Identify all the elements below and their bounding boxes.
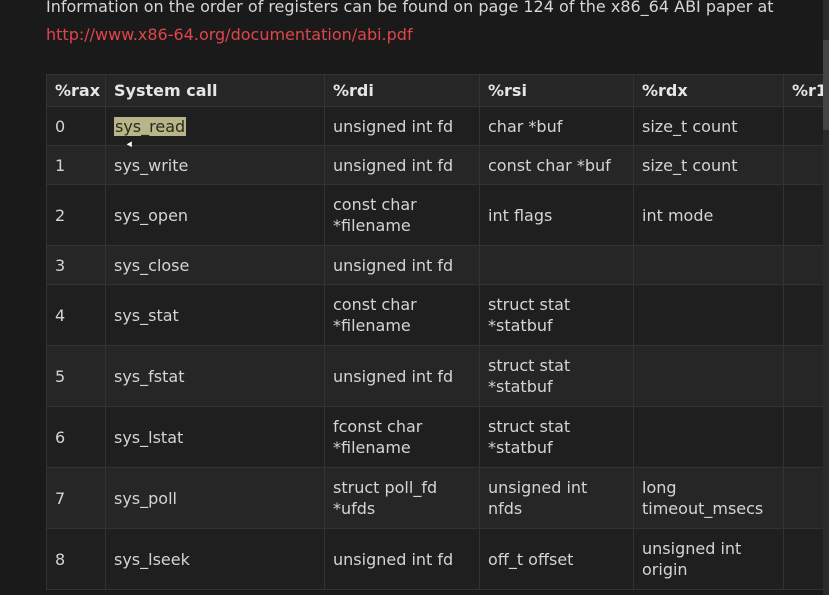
cell-rdi: unsigned int fd <box>324 245 480 285</box>
cell-rsi: off_t offset <box>479 528 634 590</box>
scrollbar-thumb[interactable] <box>823 40 829 130</box>
table-row: 7 sys_poll struct poll_fd *ufds unsigned… <box>46 467 829 529</box>
cell-rdi: unsigned int fd <box>324 145 480 185</box>
cell-rdi: const char *filename <box>324 284 480 346</box>
cell-rdx: size_t count <box>633 106 784 146</box>
cell-rsi: struct stat *statbuf <box>479 284 634 346</box>
cell-rsi: struct stat *statbuf <box>479 345 634 407</box>
cell-rax: 3 <box>46 245 106 285</box>
table-row: 5 sys_fstat unsigned int fd struct stat … <box>46 345 829 407</box>
cell-rax: 5 <box>46 345 106 407</box>
cell-rsi: int flags <box>479 184 634 246</box>
syscall-table: %rax System call %rdi %rsi %rdx %r1( 0 s… <box>46 74 829 590</box>
table-row: 0 sys_read unsigned int fd char *buf siz… <box>46 106 829 146</box>
column-header-system-call: System call <box>105 74 325 107</box>
cell-name: sys_read <box>105 106 325 146</box>
cell-rdi: struct poll_fd *ufds <box>324 467 480 529</box>
cell-rsi: char *buf <box>479 106 634 146</box>
cell-rdi: unsigned int fd <box>324 345 480 407</box>
cell-rdx <box>633 406 784 468</box>
table-row: 8 sys_lseek unsigned int fd off_t offset… <box>46 528 829 590</box>
cell-rdx <box>633 284 784 346</box>
intro-text: Information on the order of registers ca… <box>46 0 774 16</box>
cell-rdi: unsigned int fd <box>324 106 480 146</box>
cell-rax: 7 <box>46 467 106 529</box>
table-row: 6 sys_lstat fconst char *filename struct… <box>46 406 829 468</box>
cell-rax: 4 <box>46 284 106 346</box>
cell-rax: 1 <box>46 145 106 185</box>
table-row: 2 sys_open const char *filename int flag… <box>46 184 829 246</box>
cell-rdx: size_t count <box>633 145 784 185</box>
cell-rsi: unsigned int nfds <box>479 467 634 529</box>
cell-rdi: unsigned int fd <box>324 528 480 590</box>
cell-rdx: long timeout_msecs <box>633 467 784 529</box>
cell-rsi: struct stat *statbuf <box>479 406 634 468</box>
table-row: 3 sys_close unsigned int fd <box>46 245 829 285</box>
vertical-scrollbar[interactable] <box>823 0 829 595</box>
column-header-rsi: %rsi <box>479 74 634 107</box>
cell-rsi: const char *buf <box>479 145 634 185</box>
table-row: 1 sys_write unsigned int fd const char *… <box>46 145 829 185</box>
cell-rdx <box>633 245 784 285</box>
table-header-row: %rax System call %rdi %rsi %rdx %r1( <box>46 74 829 107</box>
column-header-rdi: %rdi <box>324 74 480 107</box>
cell-name: sys_write <box>105 145 325 185</box>
abi-pdf-link[interactable]: http://www.x86-64.org/documentation/abi.… <box>46 22 413 48</box>
cell-rdx: unsigned int origin <box>633 528 784 590</box>
cell-name: sys_poll <box>105 467 325 529</box>
column-header-rax: %rax <box>46 74 106 107</box>
cell-name: sys_fstat <box>105 345 325 407</box>
column-header-rdx: %rdx <box>633 74 784 107</box>
cell-rdx: int mode <box>633 184 784 246</box>
cell-name: sys_close <box>105 245 325 285</box>
cell-rdi: const char *filename <box>324 184 480 246</box>
cell-rax: 8 <box>46 528 106 590</box>
page: Information on the order of registers ca… <box>0 0 829 595</box>
selected-text-highlight[interactable]: sys_read <box>114 116 187 136</box>
table-row: 4 sys_stat const char *filename struct s… <box>46 284 829 346</box>
cell-rax: 2 <box>46 184 106 246</box>
cell-rax: 6 <box>46 406 106 468</box>
cell-name: sys_open <box>105 184 325 246</box>
cell-name: sys_lseek <box>105 528 325 590</box>
cell-name: sys_stat <box>105 284 325 346</box>
cell-name: sys_lstat <box>105 406 325 468</box>
cell-rax: 0 <box>46 106 106 146</box>
cell-rsi <box>479 245 634 285</box>
cell-rdi: fconst char *filename <box>324 406 480 468</box>
cell-rdx <box>633 345 784 407</box>
